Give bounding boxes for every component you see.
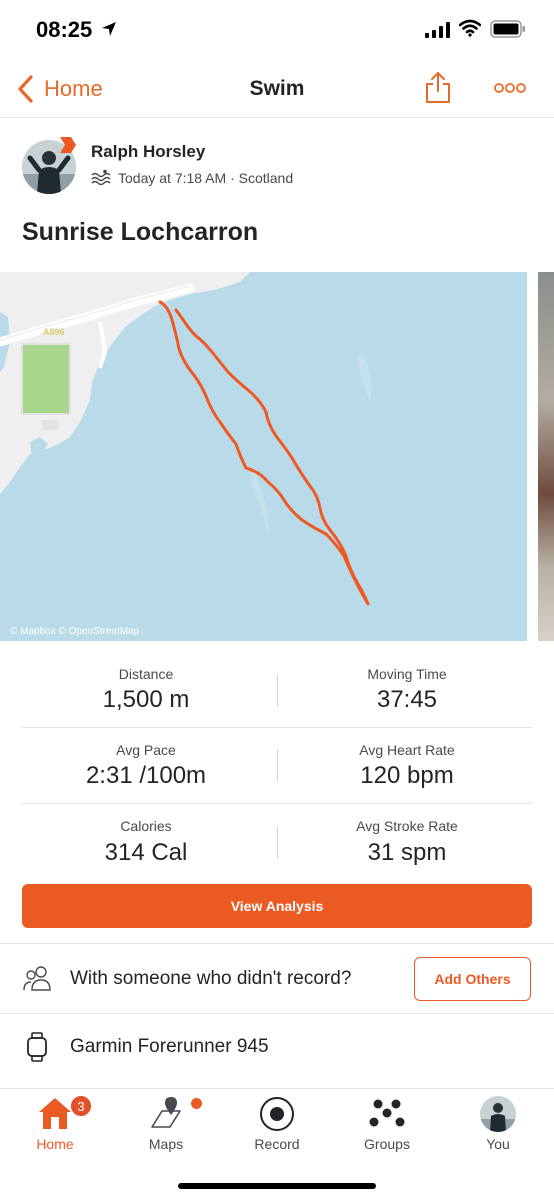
tab-label-maps: Maps: [148, 1136, 184, 1152]
status-bar: 08:25: [0, 0, 554, 60]
record-icon: [260, 1097, 294, 1131]
stat-value-avg-heart-rate: 120 bpm: [360, 762, 454, 789]
tab-home[interactable]: 3 Home: [0, 1089, 110, 1159]
back-label: Home: [44, 76, 103, 101]
stat-divider: [277, 750, 278, 782]
map-road-label: A896: [43, 327, 65, 337]
tab-you[interactable]: You: [443, 1089, 553, 1159]
back-button[interactable]: Home: [16, 72, 103, 106]
activity-photo-thumbnail[interactable]: [538, 272, 554, 641]
stat-row-divider: [22, 803, 532, 804]
tab-groups[interactable]: Groups: [332, 1089, 442, 1159]
map-attribution[interactable]: © Mapbox © OpenStreetMap: [10, 626, 139, 637]
section-divider: [0, 943, 554, 944]
activity-title: Sunrise Lochcarron: [22, 218, 259, 246]
stat-label-avg-heart-rate: Avg Heart Rate: [359, 742, 455, 758]
maps-icon: [151, 1097, 181, 1128]
route-map[interactable]: [0, 272, 527, 641]
stat-value-avg-stroke-rate: 31 spm: [367, 839, 447, 866]
stat-label-distance: Distance: [118, 666, 174, 682]
stat-value-moving-time: 37:45: [376, 686, 438, 713]
map-canvas: [0, 272, 527, 641]
stat-value-avg-pace: 2:31 /100m: [85, 762, 207, 789]
tab-record[interactable]: Record: [222, 1089, 332, 1159]
stat-value-calories: 314 Cal: [104, 839, 188, 866]
wifi-icon: [459, 19, 481, 37]
tab-maps[interactable]: Maps: [111, 1089, 221, 1159]
profile-avatar-icon: [480, 1096, 516, 1132]
home-indicator: [178, 1183, 376, 1189]
maps-dot-badge: [191, 1098, 202, 1109]
stat-label-calories: Calories: [120, 818, 172, 834]
status-time: 08:25: [36, 17, 93, 42]
device-name: Garmin Forerunner 945: [70, 1036, 269, 1057]
athlete-name[interactable]: Ralph Horsley: [91, 142, 205, 162]
watch-icon: [27, 1032, 47, 1062]
tab-label-record: Record: [254, 1136, 300, 1152]
section-divider: [0, 1013, 554, 1014]
activity-meta: Today at 7:18 AM · Scotland: [118, 170, 294, 186]
battery-icon: [490, 20, 525, 38]
chevron-left-icon: [18, 75, 33, 103]
stat-label-avg-pace: Avg Pace: [116, 742, 176, 758]
people-icon: [23, 966, 51, 991]
add-others-button[interactable]: Add Others: [414, 957, 531, 1001]
stat-value-distance: 1,500 m: [102, 686, 190, 713]
subscriber-badge-icon: [60, 137, 76, 153]
groups-icon: [369, 1099, 405, 1127]
stat-label-moving-time: Moving Time: [367, 666, 447, 682]
tab-label-home: Home: [36, 1136, 74, 1152]
stat-row-divider: [22, 727, 532, 728]
stat-divider: [277, 826, 278, 858]
share-icon[interactable]: [424, 70, 452, 104]
home-icon: [39, 1098, 71, 1129]
swim-icon: [91, 169, 111, 185]
tab-label-groups: Groups: [364, 1136, 410, 1152]
with-someone-prompt: With someone who didn't record?: [70, 968, 352, 989]
nav-bar: Home Swim: [0, 60, 554, 118]
more-options-icon[interactable]: [494, 82, 526, 94]
view-analysis-button[interactable]: View Analysis: [22, 884, 532, 928]
tab-label-you: You: [486, 1136, 510, 1152]
signal-icon: [425, 22, 450, 38]
notification-badge: 3: [70, 1095, 92, 1117]
location-arrow-icon: [102, 22, 116, 36]
stat-divider: [277, 674, 278, 706]
stat-label-avg-stroke-rate: Avg Stroke Rate: [356, 818, 458, 834]
